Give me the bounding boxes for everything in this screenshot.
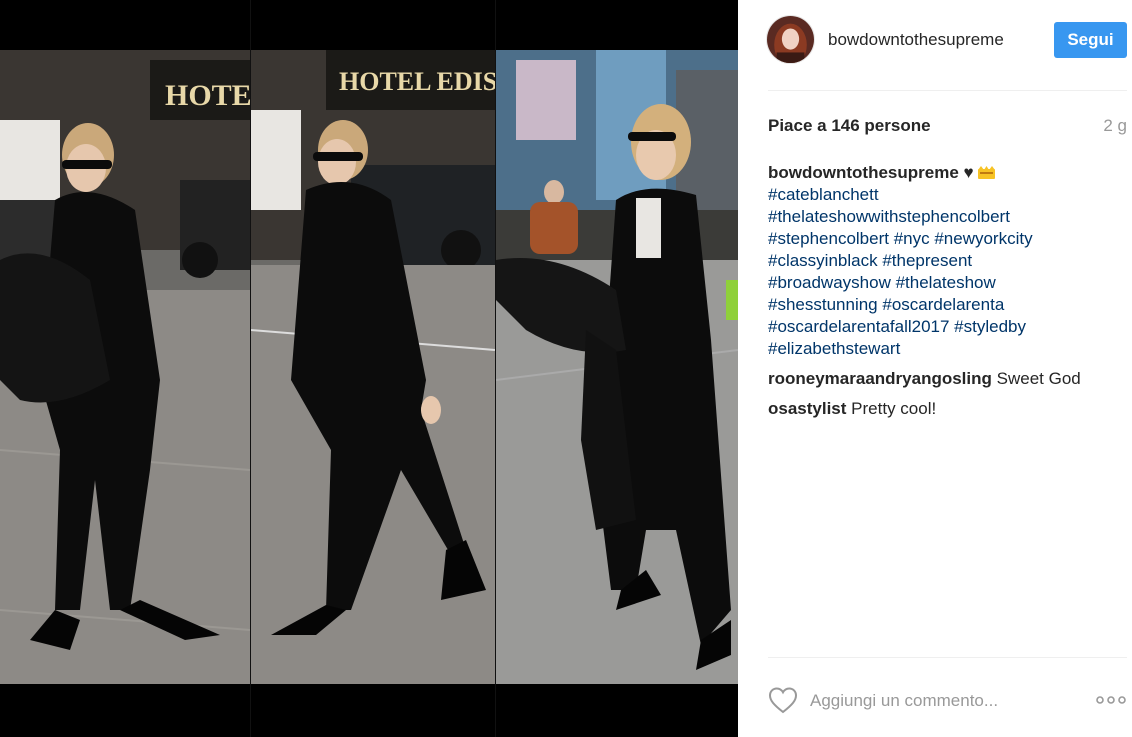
- comment-bar: [768, 684, 1127, 716]
- photo-panel-2: HOTEL EDISON: [251, 50, 495, 684]
- hashtag-link[interactable]: #cateblanchett: [768, 184, 1130, 206]
- post-media[interactable]: HOTEL E HOTEL EDISON: [0, 0, 738, 737]
- avatar[interactable]: [766, 15, 815, 64]
- caption: bowdowntothesupreme ♥ #cateblanchett #th…: [768, 162, 1130, 360]
- crown-icon: [977, 166, 995, 179]
- hashtag-link[interactable]: #elizabethstewart: [768, 338, 1130, 360]
- caption-username-link[interactable]: bowdowntothesupreme: [768, 163, 959, 182]
- caption-text: ♥: [963, 163, 974, 182]
- heart-icon[interactable]: [768, 686, 798, 714]
- more-options-icon[interactable]: [1095, 692, 1127, 708]
- comment-text: Sweet God: [996, 369, 1081, 388]
- hotel-sign-1: HOTEL E: [165, 79, 250, 112]
- post-sidebar: bowdowntothesupreme Segui Piace a 146 pe…: [738, 0, 1132, 737]
- hashtag-link[interactable]: #broadwayshow #thelateshow: [768, 272, 1130, 294]
- comment-text: Pretty cool!: [851, 399, 937, 418]
- comment-username-link[interactable]: osastylist: [768, 399, 846, 418]
- comment-username-link[interactable]: rooneymaraandryangosling: [768, 369, 992, 388]
- hashtag-link[interactable]: #classyinblack #thepresent: [768, 250, 1130, 272]
- comment-item: rooneymaraandryangosling Sweet God: [768, 368, 1130, 390]
- hashtag-link[interactable]: #stephencolbert #nyc #newyorkcity: [768, 228, 1130, 250]
- hashtag-link[interactable]: #thelateshowwithstephencolbert: [768, 206, 1130, 228]
- likes-row: Piace a 146 persone 2 g: [768, 116, 1127, 136]
- post-timestamp[interactable]: 2 g: [1103, 116, 1127, 136]
- comments-list: bowdowntothesupreme ♥ #cateblanchett #th…: [768, 162, 1130, 428]
- photo-panel-3: [496, 50, 738, 684]
- follow-button[interactable]: Segui: [1054, 22, 1127, 58]
- divider: [768, 657, 1127, 658]
- hashtag-link[interactable]: #shesstunning #oscardelarenta: [768, 294, 1130, 316]
- photo-panel-1: HOTEL E: [0, 50, 250, 684]
- comment-input[interactable]: [810, 688, 1070, 714]
- hashtag-link[interactable]: #oscardelarentafall2017 #styledby: [768, 316, 1130, 338]
- hotel-sign-2: HOTEL EDISON: [339, 67, 495, 96]
- divider: [768, 90, 1127, 91]
- comment-item: osastylist Pretty cool!: [768, 398, 1130, 420]
- header-username-link[interactable]: bowdowntothesupreme: [828, 30, 1004, 50]
- post-header: bowdowntothesupreme Segui: [738, 0, 1132, 80]
- likes-count-link[interactable]: Piace a 146 persone: [768, 116, 931, 135]
